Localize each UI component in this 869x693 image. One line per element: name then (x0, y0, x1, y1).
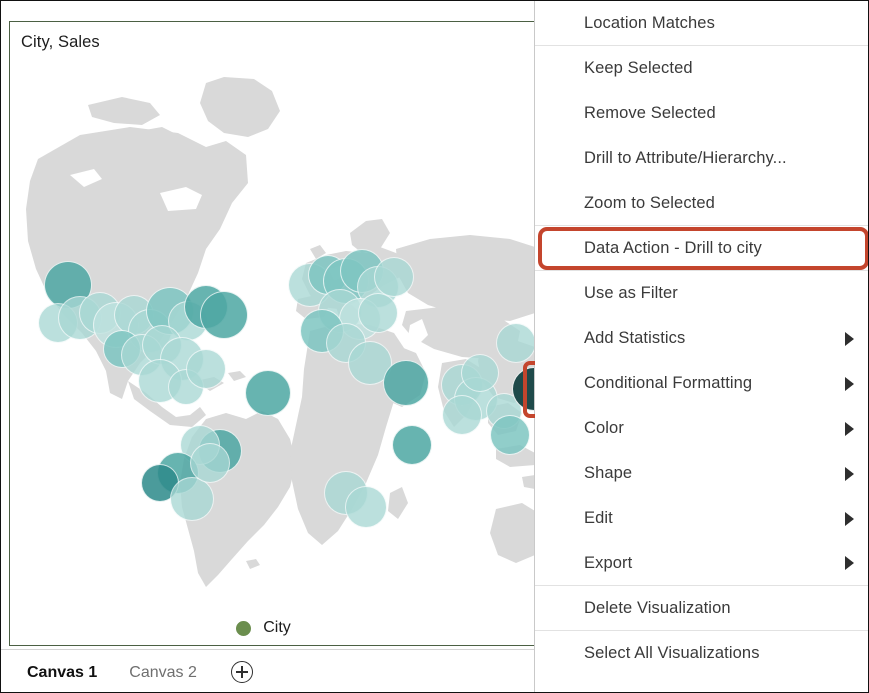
map-bubble[interactable] (374, 257, 414, 297)
map-bubble[interactable] (345, 486, 387, 528)
menu-item-edit[interactable]: Edit (535, 496, 869, 541)
map-bubble-layer[interactable] (10, 63, 535, 608)
map-bubble[interactable] (461, 354, 499, 392)
map-bubble[interactable] (442, 395, 482, 435)
context-menu[interactable]: Location Matches Keep Selected Remove Sele… (534, 1, 869, 693)
menu-item-label: Conditional Formatting (584, 374, 752, 393)
menu-item-label: Edit (584, 509, 613, 528)
menu-item-delete-visualization[interactable]: Delete Visualization (535, 586, 869, 631)
chevron-right-icon (845, 467, 854, 481)
menu-item-shape[interactable]: Shape (535, 451, 869, 496)
map-bubble[interactable] (496, 323, 535, 363)
map-bubble[interactable] (190, 443, 230, 483)
menu-item-label: Export (584, 554, 632, 573)
chevron-right-icon (845, 556, 854, 570)
chevron-right-icon (845, 422, 854, 436)
map-bubble[interactable] (245, 370, 291, 416)
application-window: City, Sales (0, 0, 869, 693)
menu-item-label: Remove Selected (584, 104, 716, 123)
menu-item-label: Drill to Attribute/Hierarchy... (584, 149, 787, 168)
menu-item-label: Use as Filter (584, 284, 678, 303)
map-bubble[interactable] (490, 415, 530, 455)
map-bubble[interactable] (392, 425, 432, 465)
legend-label: City (263, 619, 291, 637)
menu-item-use-as-filter[interactable]: Use as Filter (535, 271, 869, 316)
menu-item-location-matches[interactable]: Location Matches (535, 1, 869, 46)
menu-item-conditional-formatting[interactable]: Conditional Formatting (535, 361, 869, 406)
circle-icon (236, 621, 251, 636)
menu-item-export[interactable]: Export (535, 541, 869, 586)
chevron-right-icon (845, 332, 854, 346)
menu-item-select-all-visualizations[interactable]: Select All Visualizations (535, 631, 869, 676)
menu-item-color[interactable]: Color (535, 406, 869, 451)
map-bubble[interactable] (358, 293, 398, 333)
menu-item-remove-selected[interactable]: Remove Selected (535, 91, 869, 136)
visualization-panel: City, Sales (1, 1, 535, 652)
canvas-tab-bar: Canvas 1 Canvas 2 (1, 649, 535, 693)
menu-item-data-action-drill-to-city[interactable]: Data Action - Drill to city (535, 226, 869, 271)
tab-canvas-2[interactable]: Canvas 2 (113, 650, 213, 693)
chevron-right-icon (845, 512, 854, 526)
menu-item-drill-to-attribute-hierarchy[interactable]: Drill to Attribute/Hierarchy... (535, 136, 869, 181)
menu-item-label: Select All Visualizations (584, 644, 760, 663)
menu-item-label: Delete Visualization (584, 599, 731, 618)
map-bubble[interactable] (186, 349, 226, 389)
tab-canvas-1[interactable]: Canvas 1 (11, 650, 113, 693)
menu-item-label: Location Matches (584, 14, 715, 33)
map-bubble[interactable] (383, 360, 429, 406)
world-map[interactable] (10, 63, 535, 608)
map-legend: City (1, 608, 526, 648)
menu-item-label: Keep Selected (584, 59, 693, 78)
menu-item-label: Data Action - Drill to city (584, 239, 762, 258)
menu-item-keep-selected[interactable]: Keep Selected (535, 46, 869, 91)
plus-circle-icon[interactable] (231, 661, 253, 683)
menu-item-label: Zoom to Selected (584, 194, 715, 213)
menu-item-zoom-to-selected[interactable]: Zoom to Selected (535, 181, 869, 226)
chevron-right-icon (845, 377, 854, 391)
menu-item-label: Color (584, 419, 624, 438)
map-bubble[interactable] (200, 291, 248, 339)
menu-item-label: Shape (584, 464, 632, 483)
menu-item-label: Add Statistics (584, 329, 685, 348)
map-bubble[interactable] (170, 477, 214, 521)
page-title: City, Sales (21, 33, 100, 52)
menu-item-add-statistics[interactable]: Add Statistics (535, 316, 869, 361)
